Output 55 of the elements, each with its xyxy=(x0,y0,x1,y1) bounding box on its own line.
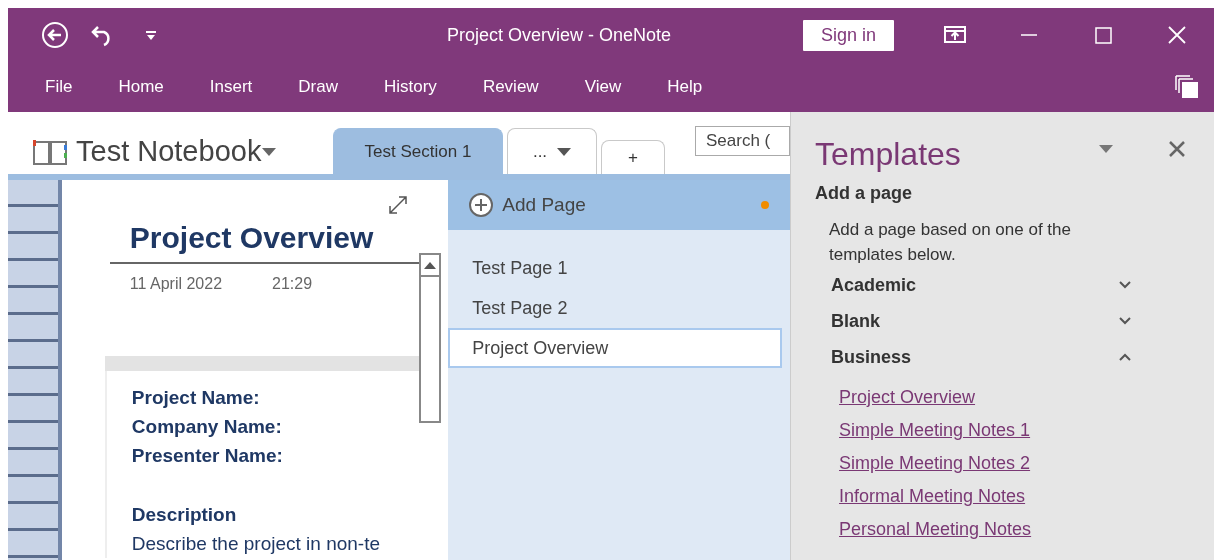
close-icon[interactable] xyxy=(1168,140,1186,158)
page-tab[interactable]: Test Page 1 xyxy=(448,248,782,288)
add-icon xyxy=(468,192,495,218)
category-header[interactable]: Business xyxy=(831,339,1131,375)
field-label: Company Name: xyxy=(131,415,283,439)
page-tab[interactable]: Project Overview xyxy=(448,328,782,368)
add-section-tab[interactable]: + xyxy=(601,140,665,174)
close-icon[interactable] xyxy=(1165,24,1189,46)
section-tab[interactable]: Test Section 1 xyxy=(333,128,503,174)
field-label: Project Name: xyxy=(131,386,261,410)
search-field[interactable]: Search ( xyxy=(695,126,790,156)
ribbon-tab[interactable]: File xyxy=(33,68,85,106)
scroll-up-icon[interactable] xyxy=(424,261,437,269)
template-link[interactable]: Project Overview xyxy=(839,381,1214,414)
more-sections-tab[interactable]: ... xyxy=(507,128,597,174)
collapse-icon xyxy=(1119,353,1131,361)
page-tab[interactable]: Test Page 2 xyxy=(448,288,782,328)
template-link[interactable]: Personal Meeting Notes xyxy=(839,513,1214,546)
ribbon-tab[interactable]: Help xyxy=(655,68,715,106)
ribbon-tab[interactable]: Draw xyxy=(286,68,350,106)
notebook-name[interactable]: Test Notebook xyxy=(76,130,262,174)
ribbon-tab[interactable]: History xyxy=(371,68,449,106)
ribbon-tab[interactable]: Review xyxy=(470,68,551,106)
body-text: Describe the project in non-te xyxy=(131,532,381,556)
expand-icon xyxy=(1119,281,1131,289)
category-header[interactable]: Blank xyxy=(831,303,1131,339)
expand-icon xyxy=(1119,317,1131,325)
page-time: 21:29 xyxy=(272,274,313,294)
description-text: Add a page based on one of the templates below. xyxy=(829,219,1072,266)
page-title: Project Overview xyxy=(129,220,375,256)
window-stack-icon[interactable] xyxy=(1174,74,1200,100)
category-header[interactable]: Academic xyxy=(831,267,1131,303)
template-link[interactable]: Simple Meeting Notes 1 xyxy=(839,414,1214,447)
add-page-button[interactable]: Add Page xyxy=(448,180,790,230)
dropdown-icon[interactable] xyxy=(261,146,278,157)
dropdown-icon xyxy=(557,147,572,156)
window-title: Project Overview - OneNote xyxy=(445,23,672,47)
page-date: 11 April 2022 xyxy=(129,274,223,294)
status-dot-icon xyxy=(760,200,770,210)
sign-in-button[interactable]: Sign in xyxy=(802,19,894,51)
section-heading: Description xyxy=(131,503,238,527)
scrollbar[interactable] xyxy=(419,253,442,423)
ribbon-tab[interactable]: Home xyxy=(106,68,176,106)
back-icon[interactable] xyxy=(41,21,69,49)
expand-icon[interactable] xyxy=(387,194,410,216)
ribbon-tab[interactable]: View xyxy=(572,68,634,106)
template-link[interactable]: Simple Meeting Notes 2 xyxy=(839,447,1214,480)
customize-icon[interactable] xyxy=(145,29,157,41)
dropdown-icon[interactable] xyxy=(1098,144,1114,154)
section-heading: Add a page xyxy=(815,182,913,205)
panel-title: Templates xyxy=(815,135,961,174)
ribbon-display-icon[interactable] xyxy=(943,24,967,46)
ribbon-tab[interactable]: Insert xyxy=(197,68,265,106)
field-label: Presenter Name: xyxy=(131,444,284,468)
template-link[interactable]: Informal Meeting Notes xyxy=(839,480,1214,513)
